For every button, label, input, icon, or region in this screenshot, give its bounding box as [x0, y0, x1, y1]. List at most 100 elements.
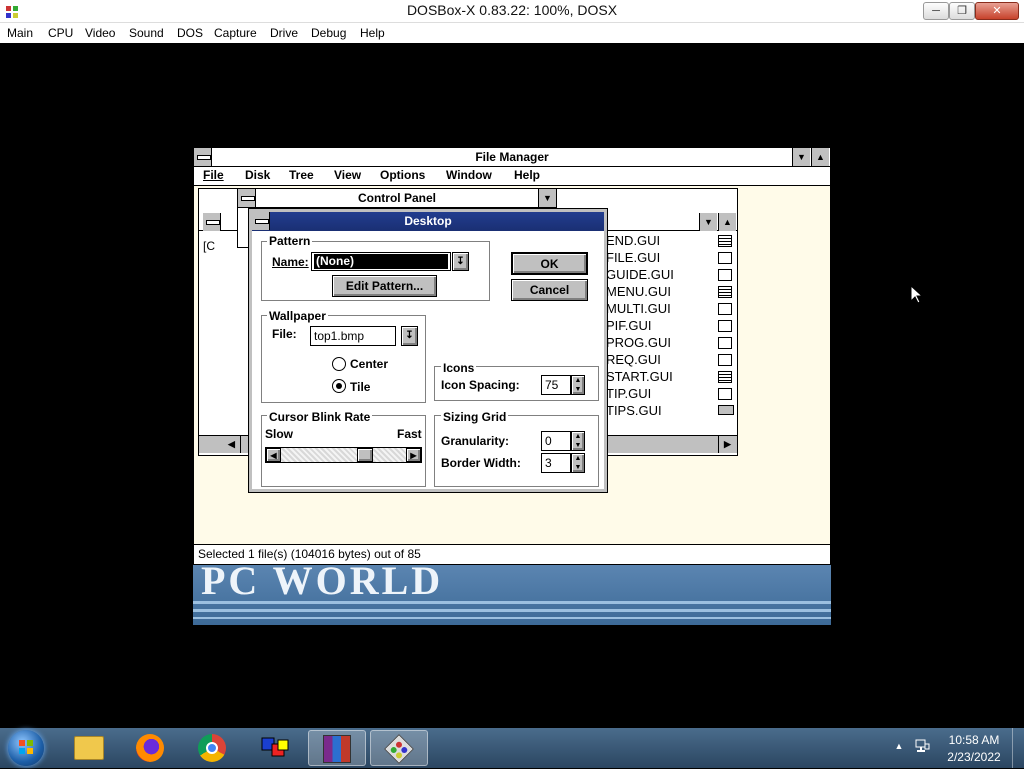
slider-right-arrow[interactable]: ▶ — [406, 448, 421, 462]
maximize-button[interactable]: ❐ — [949, 2, 975, 20]
directory-maximize[interactable]: ▲ — [718, 213, 736, 231]
scroll-right-icon[interactable]: ▶ — [718, 436, 736, 453]
slider-thumb[interactable] — [357, 448, 374, 462]
icon-spacing-field[interactable]: 75 — [541, 375, 571, 395]
clock-time[interactable]: 10:58 AM — [944, 733, 1004, 747]
cursor-blink-slider[interactable]: ◀ ▶ — [265, 447, 422, 463]
fm-menu-window[interactable]: Window — [446, 168, 492, 182]
document-icon — [718, 235, 732, 247]
directory-minimize[interactable]: ▼ — [699, 213, 717, 231]
menu-video[interactable]: Video — [81, 23, 119, 43]
fm-menu-options[interactable]: Options — [380, 168, 425, 182]
fm-menu-disk[interactable]: Disk — [245, 168, 270, 182]
menu-drive[interactable]: Drive — [266, 23, 302, 43]
desktop-dialog-titlebar[interactable]: Desktop — [252, 212, 604, 231]
clock-date[interactable]: 2/23/2022 — [944, 750, 1004, 764]
border-width-spinner[interactable]: ▲ ▼ — [571, 453, 585, 473]
tile-radio[interactable] — [332, 379, 346, 393]
desktop-dialog[interactable]: Desktop Pattern Name: (None) ↧ Edit Patt… — [248, 208, 608, 493]
control-panel-system-menu[interactable] — [238, 189, 256, 207]
menu-dos[interactable]: DOS — [173, 23, 207, 43]
taskbar-dosbox[interactable] — [370, 730, 428, 766]
taskbar-chrome[interactable] — [184, 730, 242, 766]
drive-label: [C — [203, 239, 215, 253]
file-manager-maximize[interactable]: ▲ — [811, 148, 829, 166]
host-menubar: Main CPU Video Sound DOS Capture Drive D… — [0, 23, 1024, 43]
wallpaper-file-label: File: — [272, 327, 297, 341]
menu-main[interactable]: Main — [3, 23, 37, 43]
pattern-name-select[interactable]: (None) — [311, 252, 451, 271]
menu-capture[interactable]: Capture — [210, 23, 261, 43]
edit-pattern-button[interactable]: Edit Pattern... — [332, 275, 437, 297]
file-manager-menubar: File Disk Tree View Options Window Help — [194, 167, 830, 186]
file-item[interactable]: TIP.GUI — [606, 386, 651, 401]
wallpaper-file-select[interactable]: top1.bmp — [310, 326, 396, 346]
menu-help[interactable]: Help — [356, 23, 389, 43]
center-radio-label[interactable]: Center — [350, 357, 388, 371]
directory-tree-pane[interactable]: [C — [199, 231, 223, 431]
file-item[interactable]: START.GUI — [606, 369, 673, 384]
file-item[interactable]: MENU.GUI — [606, 284, 671, 299]
file-list[interactable]: END.GUI FILE.GUI GUIDE.GUI MENU.GUI MULT… — [604, 231, 738, 431]
menu-debug[interactable]: Debug — [307, 23, 350, 43]
center-radio[interactable] — [332, 357, 346, 371]
menu-cpu[interactable]: CPU — [44, 23, 77, 43]
taskbar-firefox[interactable] — [122, 730, 180, 766]
file-item[interactable]: GUIDE.GUI — [606, 267, 674, 282]
granularity-spinner[interactable]: ▲ ▼ — [571, 431, 585, 451]
pc-world-logo: PC WORLD — [201, 563, 444, 603]
control-panel-titlebar[interactable]: Control Panel — [238, 189, 556, 208]
file-item[interactable]: PROG.GUI — [606, 335, 671, 350]
tray-show-hidden-icon[interactable]: ▲ — [893, 741, 905, 753]
dosbox-icon — [384, 734, 414, 764]
tile-radio-label[interactable]: Tile — [350, 380, 370, 394]
icons-group-label: Icons — [441, 361, 477, 375]
menu-sound[interactable]: Sound — [125, 23, 168, 43]
file-item[interactable]: END.GUI — [606, 233, 660, 248]
ok-button[interactable]: OK — [511, 252, 588, 275]
folder-icon — [74, 736, 104, 760]
fast-label: Fast — [397, 427, 422, 441]
control-panel-title: Control Panel — [357, 191, 436, 205]
file-manager-titlebar[interactable]: File Manager — [194, 148, 830, 167]
network-icon[interactable] — [914, 738, 930, 754]
file-item[interactable]: PIF.GUI — [606, 318, 652, 333]
show-desktop-button[interactable] — [1012, 728, 1024, 768]
mouse-pointer-icon — [910, 284, 924, 307]
minimize-button[interactable]: ─ — [923, 2, 949, 20]
cancel-button[interactable]: Cancel — [511, 279, 588, 301]
wallpaper-dropdown-button[interactable]: ↧ — [401, 326, 418, 346]
file-item[interactable]: MULTI.GUI — [606, 301, 671, 316]
granularity-field[interactable]: 0 — [541, 431, 571, 451]
start-button[interactable] — [6, 730, 46, 766]
directory-system-menu[interactable] — [203, 213, 221, 231]
file-item[interactable]: TIPS.GUI — [606, 403, 662, 418]
control-panel-minimize[interactable]: ▼ — [538, 189, 556, 207]
file-item[interactable]: FILE.GUI — [606, 250, 660, 265]
taskbar-winrar[interactable] — [308, 730, 366, 766]
icon-spacing-spinner[interactable]: ▲ ▼ — [571, 375, 585, 395]
desktop-dialog-title: Desktop — [404, 214, 452, 228]
border-width-field[interactable]: 3 — [541, 453, 571, 473]
taskbar-explorer[interactable] — [60, 730, 118, 766]
scroll-left-icon[interactable]: ◀ — [223, 436, 241, 453]
pattern-dropdown-button[interactable]: ↧ — [452, 252, 469, 271]
document-icon — [718, 354, 732, 366]
icon-spacing-label: Icon Spacing: — [441, 378, 520, 392]
fm-menu-view[interactable]: View — [334, 168, 361, 182]
file-item[interactable]: REQ.GUI — [606, 352, 661, 367]
file-manager-minimize[interactable]: ▼ — [792, 148, 810, 166]
slider-left-arrow[interactable]: ◀ — [266, 448, 281, 462]
archive-icon — [323, 735, 351, 763]
document-icon — [718, 303, 732, 315]
wallpaper-banner: PC WORLD — [193, 563, 831, 625]
fm-menu-help[interactable]: Help — [514, 168, 540, 182]
file-manager-system-menu[interactable] — [194, 148, 212, 166]
document-icon — [718, 252, 732, 264]
close-button[interactable]: ✕ — [975, 2, 1019, 20]
desktop-dialog-system-menu[interactable] — [252, 212, 270, 230]
fm-menu-tree[interactable]: Tree — [289, 168, 314, 182]
tile-radio-dot — [336, 383, 342, 389]
taskbar-app-blocks[interactable] — [246, 730, 304, 766]
fm-menu-file[interactable]: File — [203, 168, 224, 182]
